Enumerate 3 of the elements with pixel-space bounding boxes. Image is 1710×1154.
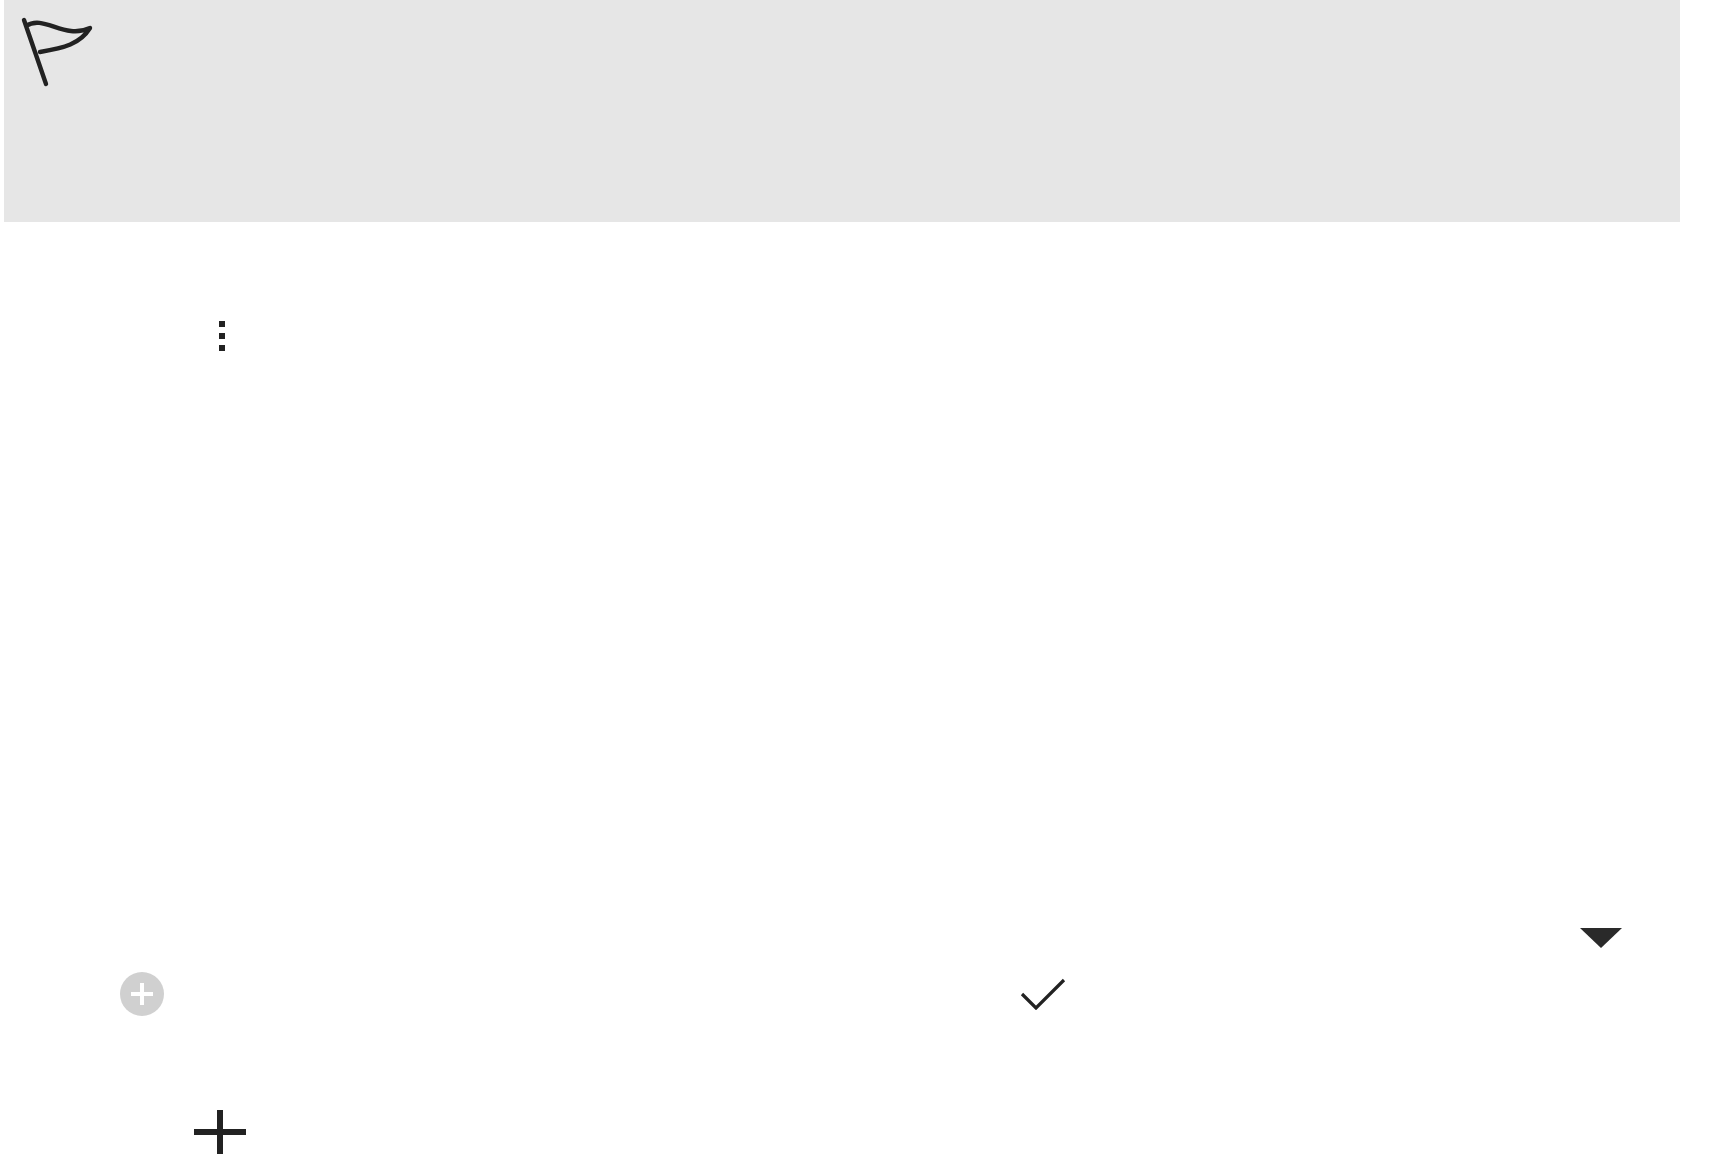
add-icon[interactable] <box>194 1110 246 1154</box>
dropdown-caret-icon[interactable] <box>1580 928 1622 948</box>
more-menu-icon[interactable] <box>218 320 226 352</box>
